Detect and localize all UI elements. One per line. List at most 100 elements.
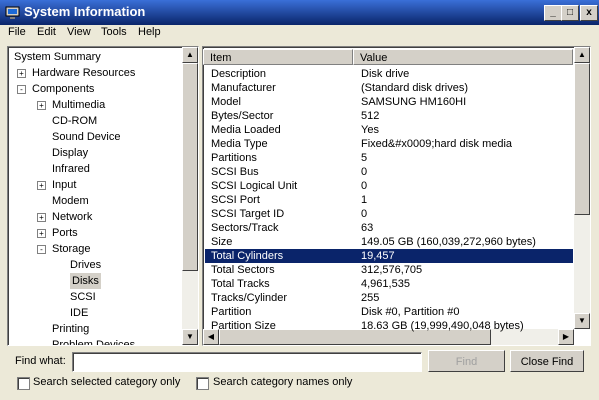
value-cell: 63: [361, 222, 374, 234]
table-row[interactable]: Description Disk drive: [205, 67, 573, 81]
item-cell: Model: [211, 96, 241, 108]
item-cell: SCSI Target ID: [211, 208, 285, 220]
value-cell: 312,576,705: [361, 264, 423, 276]
details-list[interactable]: Item Value ▲ ▼ ◀ ▶ Description Disk drive…: [202, 46, 591, 346]
tree-item-display[interactable]: Display: [52, 145, 88, 161]
tree-item-storage[interactable]: Storage: [52, 241, 91, 257]
column-header-item[interactable]: Item: [203, 49, 353, 65]
tree-item-ports[interactable]: Ports: [52, 225, 78, 241]
scroll-up-arrow-icon[interactable]: ▲: [574, 47, 590, 63]
tree-item-multimedia[interactable]: Multimedia: [52, 97, 105, 113]
search-selected-category-checkbox[interactable]: [17, 377, 30, 390]
table-row[interactable]: SCSI Logical Unit 0: [205, 179, 573, 193]
table-row[interactable]: Size 149.05 GB (160,039,272,960 bytes): [205, 235, 573, 249]
table-row[interactable]: Total Cylinders 19,457: [205, 249, 573, 263]
expand-plus-icon[interactable]: +: [37, 229, 46, 238]
tree-item-problem-devices[interactable]: Problem Devices: [52, 337, 135, 345]
item-cell: Media Type: [211, 138, 268, 150]
table-row[interactable]: SCSI Bus 0: [205, 165, 573, 179]
value-cell: Yes: [361, 124, 379, 136]
collapse-minus-icon[interactable]: -: [37, 245, 46, 254]
find-what-input[interactable]: [72, 352, 422, 372]
expand-plus-icon[interactable]: +: [37, 181, 46, 190]
find-what-label: Find what:: [15, 355, 66, 367]
item-cell: Total Tracks: [211, 278, 270, 290]
expand-plus-icon[interactable]: +: [37, 213, 46, 222]
value-cell: 0: [361, 166, 368, 178]
table-row[interactable]: Media Type Fixed&#x0009;hard disk media: [205, 137, 573, 151]
tree-scroll-thumb[interactable]: [182, 63, 198, 271]
window-title: System Information: [24, 4, 146, 19]
menu-tools[interactable]: Tools: [101, 26, 127, 38]
tree-item-hardware-resources[interactable]: Hardware Resources: [32, 65, 135, 81]
close-find-button[interactable]: Close Find: [510, 350, 584, 372]
minimize-button[interactable]: _: [544, 5, 562, 21]
menu-view[interactable]: View: [67, 26, 91, 38]
value-cell: 1: [361, 194, 368, 206]
item-cell: Total Sectors: [211, 264, 275, 276]
table-row[interactable]: Partitions 5: [205, 151, 573, 165]
table-row[interactable]: Tracks/Cylinder 255: [205, 291, 573, 305]
tree-item-printing[interactable]: Printing: [52, 321, 89, 337]
find-button[interactable]: Find: [428, 350, 505, 372]
tree-vertical-scrollbar[interactable]: ▲ ▼: [182, 47, 198, 345]
scroll-down-arrow-icon[interactable]: ▼: [574, 313, 590, 329]
column-header-value[interactable]: Value: [353, 49, 573, 65]
scroll-down-arrow-icon[interactable]: ▼: [182, 329, 198, 345]
tree-item-ide[interactable]: IDE: [70, 305, 88, 321]
list-vertical-scrollbar[interactable]: ▲ ▼: [574, 47, 590, 329]
table-row[interactable]: Partition Disk #0, Partition #0: [205, 305, 573, 319]
table-row[interactable]: Manufacturer (Standard disk drives): [205, 81, 573, 95]
search-category-names-label: Search category names only: [213, 376, 353, 388]
item-cell: Partitions: [211, 152, 257, 164]
item-cell: Partition: [211, 306, 252, 318]
value-cell: (Standard disk drives): [361, 82, 468, 94]
value-cell: 0: [361, 208, 368, 220]
table-row[interactable]: Sectors/Track 63: [205, 221, 573, 235]
maximize-button[interactable]: □: [561, 5, 579, 21]
expand-plus-icon[interactable]: +: [37, 101, 46, 110]
tree-item-components[interactable]: Components: [32, 81, 94, 97]
table-row[interactable]: SCSI Port 1: [205, 193, 573, 207]
close-button[interactable]: x: [580, 5, 598, 21]
item-cell: Sectors/Track: [211, 222, 279, 234]
tree-item-infrared[interactable]: Infrared: [52, 161, 90, 177]
value-cell: 5: [361, 152, 368, 164]
item-cell: Total Cylinders: [211, 250, 284, 262]
value-cell: SAMSUNG HM160HI: [361, 96, 467, 108]
tree-item-modem[interactable]: Modem: [52, 193, 89, 209]
value-cell: 18.63 GB (19,999,490,048 bytes): [361, 320, 524, 332]
list-scroll-thumb[interactable]: [574, 63, 590, 215]
tree-item-disks[interactable]: Disks: [70, 273, 101, 289]
scroll-up-arrow-icon[interactable]: ▲: [182, 47, 198, 63]
menu-help[interactable]: Help: [138, 26, 161, 38]
expand-plus-icon[interactable]: +: [17, 69, 26, 78]
menu-bar: File Edit View Tools Help: [0, 24, 599, 42]
value-cell: 4,961,535: [361, 278, 410, 290]
tree-item-drives[interactable]: Drives: [70, 257, 101, 273]
item-cell: Manufacturer: [211, 82, 276, 94]
tree-item-cd-rom[interactable]: CD-ROM: [52, 113, 97, 129]
table-row[interactable]: Total Sectors 312,576,705: [205, 263, 573, 277]
tree-item-scsi[interactable]: SCSI: [70, 289, 96, 305]
tree-item-system-summary[interactable]: System Summary: [14, 49, 101, 65]
value-cell: Disk #0, Partition #0: [361, 306, 460, 318]
menu-edit[interactable]: Edit: [37, 26, 56, 38]
table-row[interactable]: Total Tracks 4,961,535: [205, 277, 573, 291]
menu-file[interactable]: File: [8, 26, 26, 38]
table-row[interactable]: Bytes/Sector 512: [205, 109, 573, 123]
item-cell: SCSI Port: [211, 194, 260, 206]
value-cell: Disk drive: [361, 68, 410, 80]
tree-item-sound-device[interactable]: Sound Device: [52, 129, 121, 145]
value-cell: 0: [361, 180, 368, 192]
collapse-minus-icon[interactable]: -: [17, 85, 26, 94]
table-row[interactable]: SCSI Target ID 0: [205, 207, 573, 221]
table-row[interactable]: Media Loaded Yes: [205, 123, 573, 137]
tree-item-input[interactable]: Input: [52, 177, 76, 193]
category-tree[interactable]: ▲ ▼ System Summary + Hardware Resources - Co…: [7, 46, 199, 346]
table-row[interactable]: Partition Size 18.63 GB (19,999,490,048 b…: [205, 319, 573, 333]
table-row[interactable]: Model SAMSUNG HM160HI: [205, 95, 573, 109]
search-category-names-checkbox[interactable]: [196, 377, 209, 390]
tree-item-network[interactable]: Network: [52, 209, 92, 225]
value-cell: 19,457: [361, 250, 395, 262]
